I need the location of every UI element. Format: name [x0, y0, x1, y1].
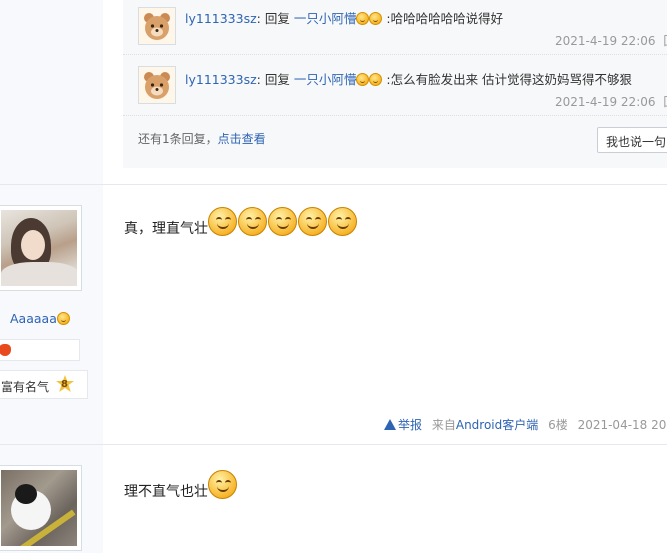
smile-emoji-icon [208, 207, 237, 236]
sub-reply-item: ly111333sz: 回复 一只小阿懵 :哈哈哈哈哈哈说得好 2021-4-1… [123, 0, 667, 55]
sub-reply-content: :怎么有脸发出来 估计觉得这奶妈骂得不够狠 [386, 72, 633, 87]
avatar-image [1, 210, 77, 286]
sub-reply-word: : [256, 72, 265, 87]
smile-emoji-icon [298, 207, 327, 236]
sub-reply-time: 2021-4-19 22:06 [555, 34, 656, 48]
post-tail: 举报 来自Android客户端 6楼 2021-04-18 20:03 [384, 416, 667, 433]
sub-reply-avatar[interactable] [138, 66, 176, 104]
sub-reply-reply-word: 回复 [264, 11, 290, 26]
sub-reply-user[interactable]: ly111333sz [185, 11, 257, 26]
sub-reply-text: ly111333sz: 回复 一只小阿懵 :怎么有脸发出来 估计觉得这奶妈骂得不… [185, 69, 632, 88]
sub-reply-word: : [256, 11, 265, 26]
report-label: 举报 [398, 418, 423, 432]
client-link[interactable]: Android客户端 [456, 418, 538, 432]
more-replies: 还有1条回复，点击查看 [138, 130, 266, 147]
post-content-text: 理不直气也壮 [124, 484, 208, 500]
smile-emoji-icon [208, 470, 237, 499]
post-author-avatar[interactable] [0, 465, 82, 551]
post-content: 真，理直气壮 [124, 207, 358, 240]
warning-icon [384, 419, 396, 430]
sub-reply-user[interactable]: ly111333sz [185, 72, 257, 87]
bear-avatar-icon [139, 8, 175, 44]
post-author-name-text: Aaaaaa [10, 311, 57, 326]
smile-emoji-icon [328, 207, 357, 236]
sub-reply-avatar[interactable] [138, 7, 176, 45]
post-author-name[interactable]: Aaaaaa [10, 311, 70, 326]
emoji-group [208, 470, 238, 503]
grin-emoji-icon [56, 312, 70, 325]
sub-reply-meta: 2021-4-19 22:06 回复 [555, 93, 667, 110]
sub-reply-item: ly111333sz: 回复 一只小阿懵 :怎么有脸发出来 估计觉得这奶妈骂得不… [123, 61, 667, 116]
avatar-image [1, 470, 77, 546]
source-prefix: 来自 [431, 418, 456, 432]
sub-reply-time: 2021-4-19 22:06 [555, 95, 656, 109]
emoji-group [208, 207, 358, 240]
post-source: 来自Android客户端 [432, 418, 538, 432]
sub-reply-target[interactable]: 一只小阿懵 [294, 11, 357, 26]
post-content-text: 真，理直气壮 [124, 221, 208, 237]
grin-emoji-icon [369, 12, 383, 25]
sub-reply-action-link[interactable]: 回复 [663, 95, 667, 109]
level-badge[interactable]: 富有名气 8 [0, 370, 88, 399]
say-something-button[interactable]: 我也说一句 [597, 127, 667, 153]
smile-emoji-icon [268, 207, 297, 236]
bear-avatar-icon [139, 67, 175, 103]
sub-reply-text: ly111333sz: 回复 一只小阿懵 :哈哈哈哈哈哈说得好 [185, 8, 503, 27]
post-time: 2021-04-18 20:03 [577, 418, 667, 432]
sub-reply-meta: 2021-4-19 22:06 回复 [555, 32, 667, 49]
sub-reply-target[interactable]: 一只小阿懵 [294, 72, 357, 87]
post-author-avatar[interactable] [0, 205, 82, 291]
level-number: 8 [61, 379, 68, 390]
badge-icon [0, 344, 11, 356]
report-link[interactable]: 举报 [384, 418, 422, 432]
level-title: 富有名气 [1, 380, 50, 394]
post-divider [0, 184, 667, 185]
grin-emoji-icon [356, 73, 370, 86]
grin-emoji-icon [369, 73, 383, 86]
sub-reply-action-link[interactable]: 回复 [663, 34, 667, 48]
sub-reply-content: :哈哈哈哈哈哈说得好 [386, 11, 504, 26]
smile-emoji-icon [238, 207, 267, 236]
more-replies-text: 还有1条回复， [138, 132, 218, 146]
sub-reply-box: ly111333sz: 回复 一只小阿懵 :哈哈哈哈哈哈说得好 2021-4-1… [123, 0, 667, 168]
more-replies-link[interactable]: 点击查看 [218, 132, 266, 146]
grin-emoji-icon [356, 12, 370, 25]
post-content: 理不直气也壮 [124, 470, 238, 503]
floor-number: 6楼 [548, 418, 568, 432]
member-badge[interactable] [0, 339, 80, 361]
post-divider [0, 444, 667, 445]
sub-reply-reply-word: 回复 [264, 72, 290, 87]
